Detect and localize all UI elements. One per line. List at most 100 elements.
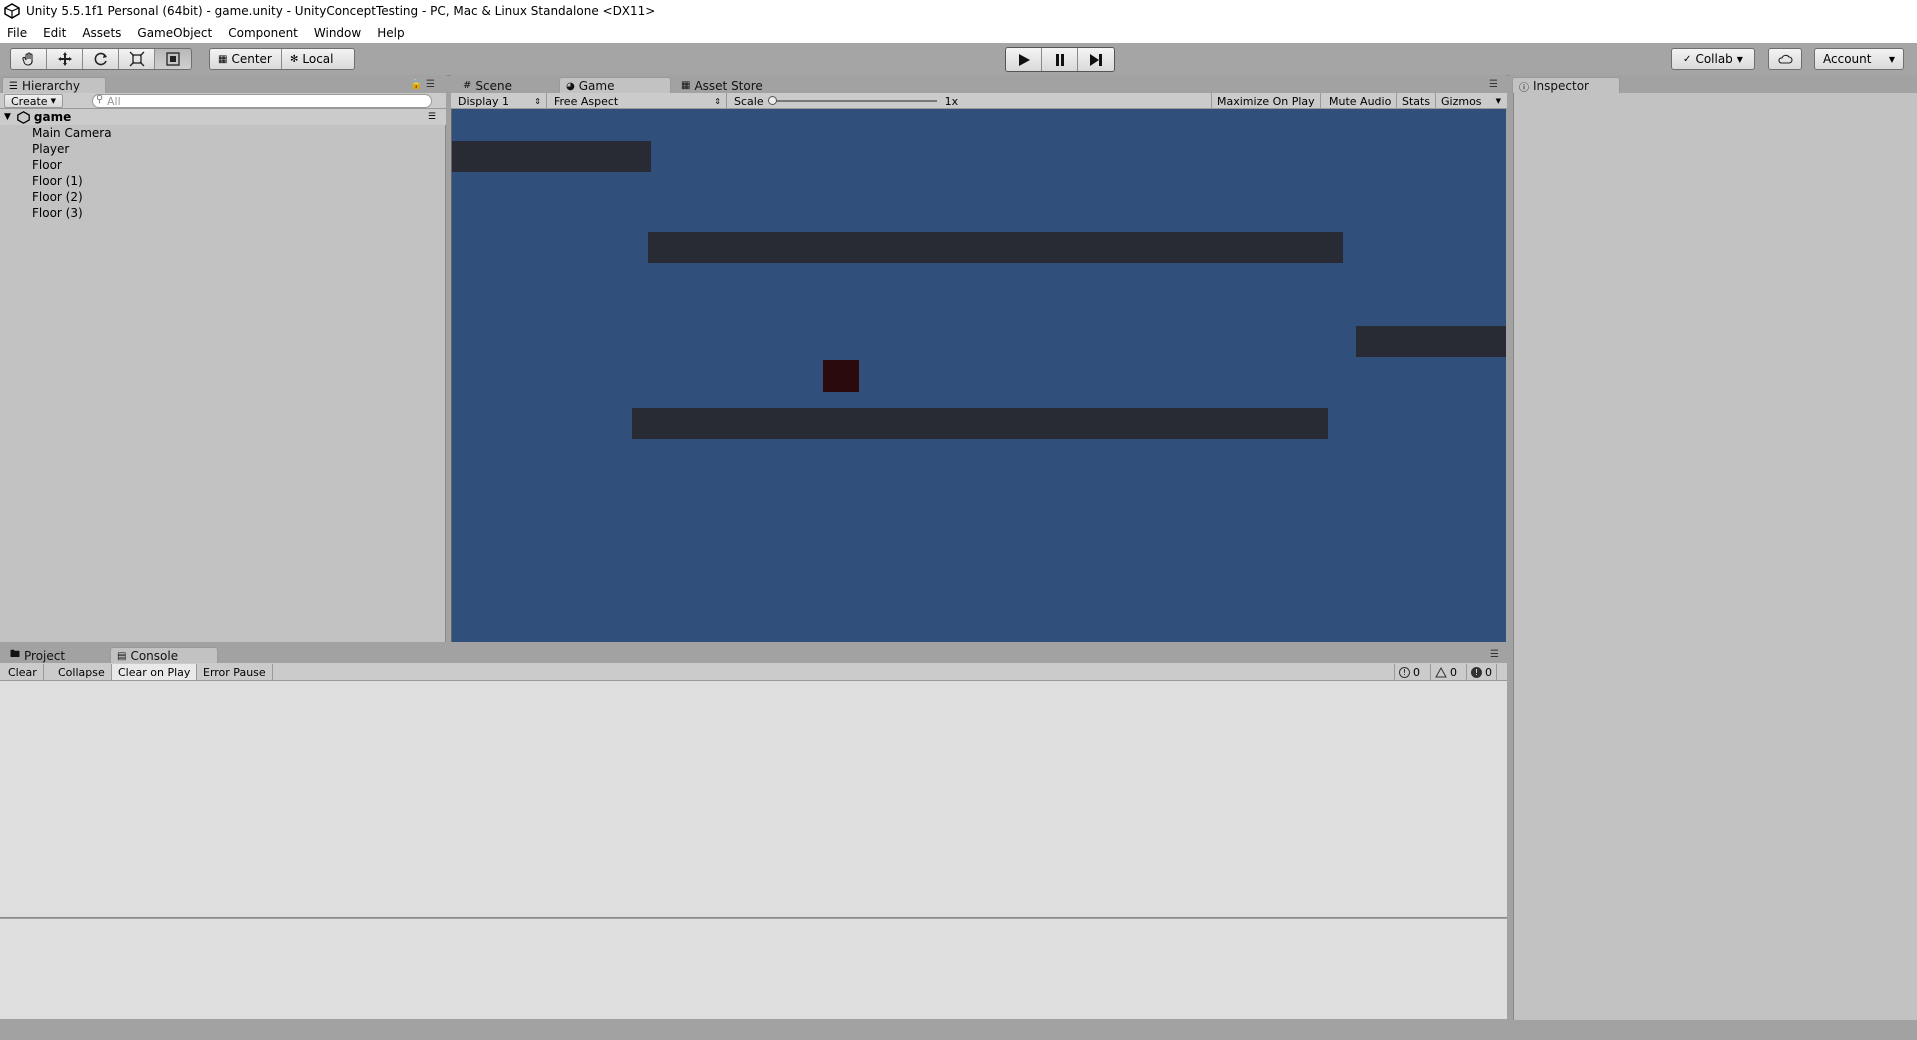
log-count-toggle[interactable]: ! 0 (1394, 664, 1424, 680)
error-count-toggle[interactable]: ! 0 (1466, 664, 1497, 680)
menu-assets[interactable]: Assets (74, 26, 129, 40)
panel-menu-icon[interactable]: ☰ (1490, 649, 1499, 660)
play-button[interactable] (1006, 48, 1042, 71)
hierarchy-item-main-camera[interactable]: Main Camera (32, 125, 112, 141)
menu-window[interactable]: Window (306, 26, 369, 40)
cloud-button[interactable] (1768, 48, 1802, 70)
step-button[interactable] (1078, 48, 1114, 71)
game-view[interactable] (451, 109, 1506, 642)
lock-icon[interactable]: 🔒 (410, 79, 422, 90)
tab-hierarchy[interactable]: ☰ Hierarchy (2, 77, 106, 94)
scale-slider-thumb[interactable] (767, 96, 777, 105)
store-icon: ▦ (681, 80, 691, 91)
expand-triangle-icon: ▼ (4, 112, 11, 122)
hierarchy-item-floor[interactable]: Floor (32, 157, 62, 173)
clear-on-play-label: Clear on Play (118, 665, 191, 679)
list-icon: ☰ (9, 80, 18, 92)
hierarchy-item-player[interactable]: Player (32, 141, 69, 157)
stats-label: Stats (1402, 94, 1431, 108)
hierarchy-panel: ▼ game ☰ Main Camera Player Floor Floor … (0, 109, 446, 642)
scale-value: 1x (944, 94, 959, 108)
warning-count-toggle[interactable]: 0 (1430, 664, 1461, 680)
menu-file[interactable]: File (0, 26, 35, 40)
display-dropdown[interactable]: Display 1 ⇕ (453, 93, 547, 109)
display-label: Display 1 (458, 94, 510, 108)
updown-arrows-icon: ⇕ (534, 96, 541, 106)
clear-on-play-toggle[interactable]: Clear on Play (112, 664, 198, 680)
move-tool-button[interactable] (47, 49, 83, 69)
inspector-tabbar: ⓘ Inspector (1510, 75, 1917, 94)
gizmos-dropdown[interactable]: Gizmos ▼ (1436, 93, 1506, 109)
log-count: 0 (1413, 665, 1420, 679)
rect-tool-icon (166, 52, 180, 66)
move-arrows-icon (57, 52, 72, 66)
pivot-local-button[interactable]: ✻ Local (282, 49, 354, 69)
clear-label: Clear (8, 665, 37, 679)
maximize-on-play-toggle[interactable]: Maximize On Play (1211, 93, 1321, 109)
collapse-toggle[interactable]: Collapse (52, 664, 112, 680)
info-icon: ! (1399, 666, 1410, 678)
hierarchy-search-input[interactable]: ⚲ All (92, 94, 432, 108)
center-tabbar: # Scene ◕ Game ▦ Asset Store ☰ (451, 75, 1507, 94)
aspect-dropdown[interactable]: Free Aspect ⇕ (549, 93, 727, 109)
menu-edit[interactable]: Edit (35, 26, 74, 40)
create-button[interactable]: Create ▼ (4, 94, 63, 108)
pivot-center-icon: ▦ (218, 53, 228, 65)
pause-button[interactable] (1042, 48, 1078, 71)
pivot-center-button[interactable]: ▦ Center (210, 49, 282, 69)
clear-button[interactable]: Clear (2, 664, 44, 680)
panel-menu-icon[interactable]: ☰ (428, 112, 436, 122)
hierarchy-item-floor-3[interactable]: Floor (3) (32, 205, 83, 221)
error-pause-toggle[interactable]: Error Pause (197, 664, 273, 680)
window-title: Unity 5.5.1f1 Personal (64bit) - game.un… (26, 4, 656, 18)
tab-project[interactable]: 🖿 Project (4, 647, 106, 664)
tab-game-label: Game (578, 79, 615, 93)
scale-slider[interactable] (767, 96, 937, 105)
tab-scene-label: Scene (475, 78, 512, 93)
playmode-controls (1005, 47, 1115, 72)
create-label: Create (11, 94, 48, 108)
menu-gameobject[interactable]: GameObject (129, 26, 220, 40)
gizmos-label: Gizmos (1441, 94, 1482, 108)
menu-help[interactable]: Help (369, 26, 412, 40)
console-log-list[interactable] (0, 681, 1507, 918)
tab-console[interactable]: ▤ Console (110, 647, 218, 664)
collab-check-icon: ✓ (1683, 53, 1692, 65)
hierarchy-item-floor-2[interactable]: Floor (2) (32, 189, 83, 205)
panel-menu-icon[interactable]: ☰ (1489, 79, 1498, 90)
hierarchy-item-floor-1[interactable]: Floor (1) (32, 173, 83, 189)
warning-icon (1435, 666, 1447, 677)
mute-label: Mute Audio (1329, 94, 1392, 108)
warning-count: 0 (1450, 665, 1457, 679)
rect-tool-button[interactable] (155, 49, 191, 69)
scene-root-row[interactable]: ▼ game ☰ (0, 109, 446, 125)
grid-icon: # (463, 80, 472, 91)
menu-bar: File Edit Assets GameObject Component Wi… (0, 22, 1917, 43)
chevron-down-icon: ▼ (1888, 54, 1895, 64)
menu-component[interactable]: Component (220, 26, 306, 40)
console-detail-pane[interactable] (0, 919, 1507, 1019)
hand-tool-button[interactable] (11, 49, 47, 69)
tab-game[interactable]: ◕ Game (559, 77, 671, 94)
hierarchy-tabbar: ☰ Hierarchy 🔒 ☰ (0, 75, 446, 94)
panel-menu-icon[interactable]: ☰ (426, 79, 435, 90)
tab-asset-store[interactable]: ▦ Asset Store (675, 77, 785, 94)
chevron-down-icon: ▼ (50, 97, 56, 105)
tab-scene[interactable]: # Scene (457, 77, 557, 94)
chevron-down-icon: ▼ (1495, 97, 1501, 105)
mute-audio-toggle[interactable]: Mute Audio (1324, 93, 1398, 109)
info-icon: ⓘ (1519, 82, 1529, 94)
stats-toggle[interactable]: Stats (1397, 93, 1437, 109)
collab-button[interactable]: ✓ Collab ▼ (1671, 48, 1755, 70)
transform-tools (10, 48, 192, 70)
bottom-tabbar: 🖿 Project ▤ Console ☰ (0, 645, 1507, 664)
scale-tool-button[interactable] (119, 49, 155, 69)
folder-icon: 🖿 (10, 649, 20, 660)
tab-inspector[interactable]: ⓘ Inspector (1512, 77, 1620, 94)
aspect-label: Free Aspect (554, 94, 619, 108)
search-placeholder: All (107, 94, 121, 108)
account-button[interactable]: Account ▼ (1814, 48, 1904, 70)
rotate-tool-button[interactable] (83, 49, 119, 69)
pivot-center-label: Center (231, 52, 272, 66)
cloud-icon (1778, 54, 1793, 64)
